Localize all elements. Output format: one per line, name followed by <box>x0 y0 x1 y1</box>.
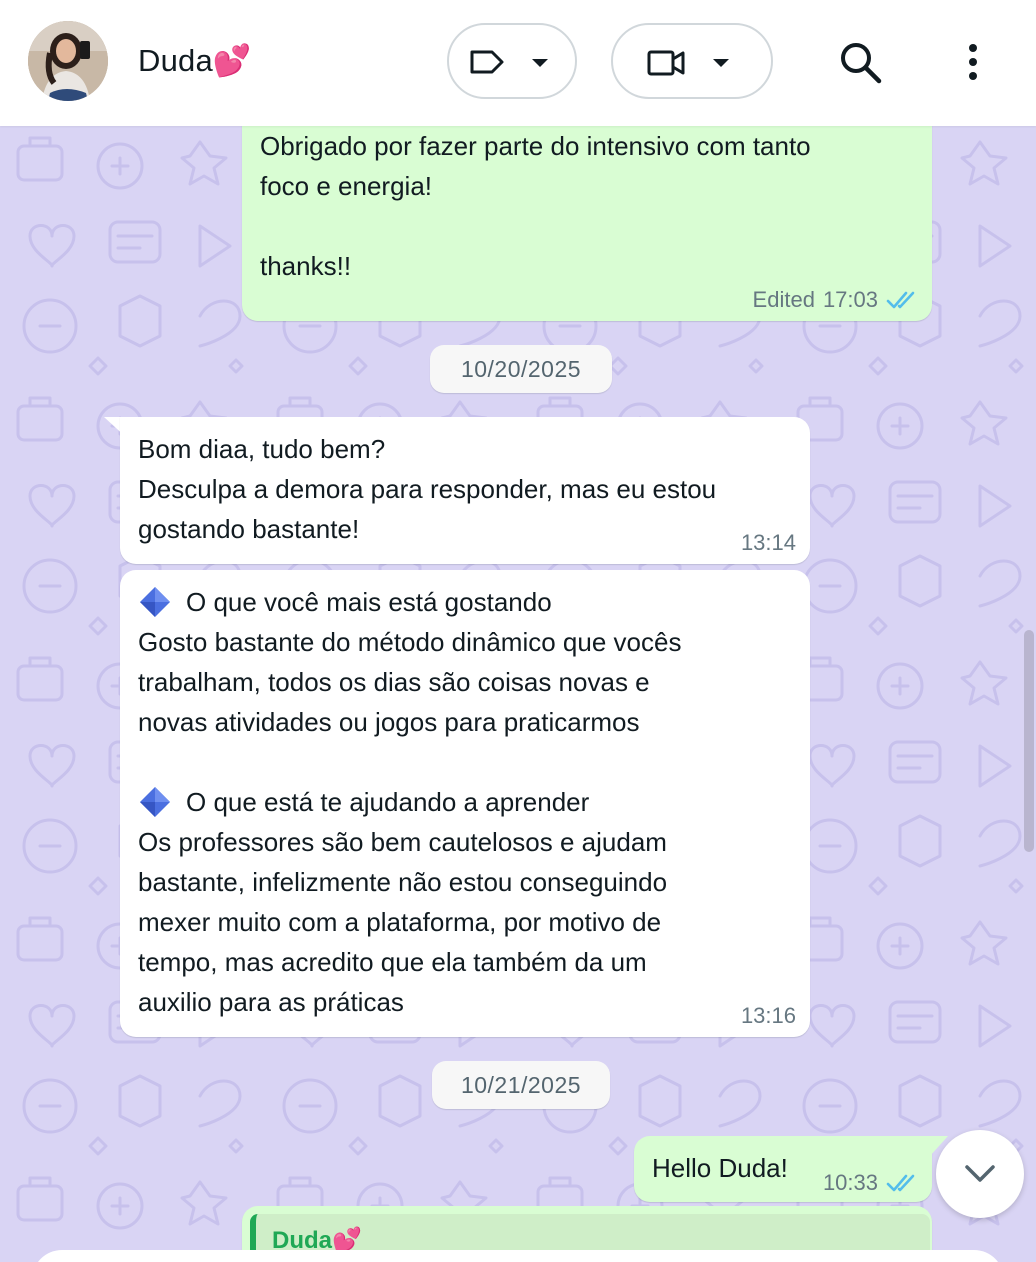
chevron-down-icon <box>713 59 729 67</box>
label-icon <box>470 50 504 74</box>
menu-button[interactable] <box>958 40 988 86</box>
message-time: 13:16 <box>740 1003 796 1028</box>
message-time: 13:14 <box>740 530 796 555</box>
message-incoming[interactable]: O que você mais está gostando Gosto bast… <box>120 570 810 1037</box>
message-incoming[interactable]: Bom diaa, tudo bem? Desculpa a demora pa… <box>120 417 810 564</box>
double-check-icon <box>886 1174 915 1192</box>
scroll-to-bottom-button[interactable] <box>936 1130 1024 1218</box>
contact-name[interactable]: Duda💕 <box>138 42 252 79</box>
message-outgoing[interactable]: Hello Duda! 10:33 <box>634 1136 932 1202</box>
edited-label: Edited <box>752 287 815 312</box>
answer-text: Gosto bastante do método dinâmico que vo… <box>138 627 682 737</box>
video-call-button[interactable] <box>611 23 773 99</box>
message-list[interactable]: Obrigado por fazer parte do intensivo co… <box>0 126 1036 1262</box>
message-time: 10:33 <box>822 1170 878 1195</box>
message-text: Obrigado por fazer parte do intensivo co… <box>260 131 811 281</box>
chat-window: Duda💕 Obrigado por fazer parte do intens… <box>0 0 1036 1262</box>
double-check-icon <box>886 291 915 309</box>
blue-diamond-icon <box>140 787 170 817</box>
question-line: O que está te ajudando a aprender <box>138 782 792 822</box>
date-separator: 10/20/2025 <box>430 345 612 393</box>
message-time: 17:03 <box>822 287 878 312</box>
message-meta: 10:33 <box>823 1168 918 1198</box>
question-line: O que você mais está gostando <box>138 582 792 622</box>
scrollbar-thumb[interactable] <box>1024 630 1034 852</box>
message-outgoing[interactable]: Obrigado por fazer parte do intensivo co… <box>242 126 932 321</box>
date-separator: 10/21/2025 <box>432 1061 610 1109</box>
chevron-down-icon <box>965 1165 995 1182</box>
video-camera-icon <box>647 50 685 76</box>
message-meta: Edited 17:03 <box>753 285 918 315</box>
chat-header: Duda💕 <box>0 0 1036 126</box>
question-text: O que está te ajudando a aprender <box>186 787 590 817</box>
blue-diamond-icon <box>140 587 170 617</box>
answer-text: Os professores são bem cautelosos e ajud… <box>138 827 668 1017</box>
avatar[interactable] <box>28 21 108 101</box>
label-chat-button[interactable] <box>447 23 577 99</box>
search-icon <box>841 43 882 84</box>
search-button[interactable] <box>838 40 884 86</box>
message-text: Bom diaa, tudo bem? Desculpa a demora pa… <box>138 434 717 544</box>
chevron-down-icon <box>532 59 548 67</box>
kebab-menu-icon <box>969 44 977 80</box>
message-meta: 13:14 <box>741 528 796 558</box>
message-composer[interactable] <box>32 1250 1004 1262</box>
message-meta: 13:16 <box>741 1001 796 1031</box>
question-text: O que você mais está gostando <box>186 587 552 617</box>
